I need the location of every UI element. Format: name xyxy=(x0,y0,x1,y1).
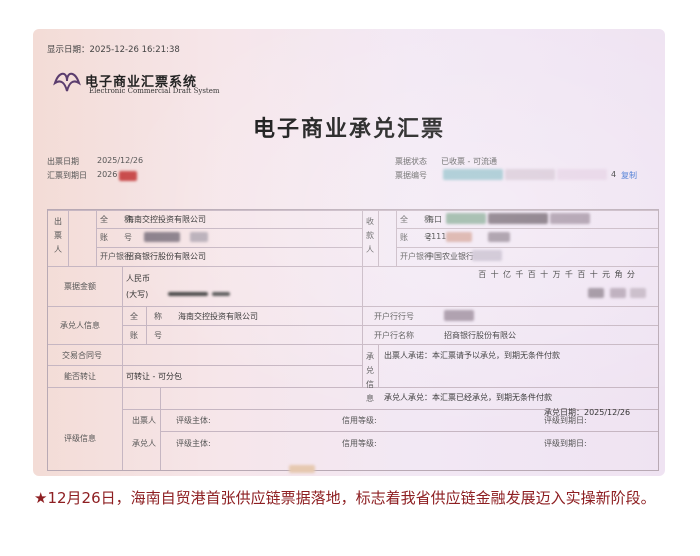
amount-digit-header: 亿 xyxy=(502,270,511,279)
payee-account: 2111 xyxy=(426,232,447,241)
rating-party-1: 出票人 xyxy=(132,416,156,425)
due-date-label: 汇票到期日 xyxy=(47,171,87,180)
amount-digit-header: 角 xyxy=(614,270,623,279)
bill-no: 4 xyxy=(611,170,617,179)
acceptor-account-label: 账 号 xyxy=(130,331,162,340)
bill-no-label: 票据编号 xyxy=(395,171,427,180)
amount-digit-header: 元 xyxy=(602,270,611,279)
issue-date-label: 出票日期 xyxy=(47,157,79,166)
amount-digit-header: 分 xyxy=(626,270,635,279)
ecds-logo-icon xyxy=(53,72,81,92)
bill-photo: 显示日期：2025-12-26 16:21:38 电子商业汇票系统 Electr… xyxy=(33,29,665,476)
rating-due-2: 评级到期日: xyxy=(544,439,587,448)
logo-en: Electronic Commercial Draft System xyxy=(89,87,220,95)
amount-digit-header: 万 xyxy=(552,270,561,279)
caption: ★12月26日，海南自贸港首张供应链票据落地，标志着我省供应链金融发展迈入实操新… xyxy=(34,489,656,507)
issue-date: 2025/12/26 xyxy=(97,156,144,165)
amount-digits: 百十亿千百十万千百十元角分 xyxy=(476,269,637,280)
amount-digit-header: 千 xyxy=(564,270,573,279)
amount-label: 票据金额 xyxy=(64,282,96,291)
payee-bank: 中国农业银行 xyxy=(426,252,474,261)
amount-digit-header: 十 xyxy=(490,270,499,279)
bill-table: 出票人 全 称 海南交控投资有限公司 账 号 开户银行 招商银行股份有限公司 收… xyxy=(47,209,659,471)
rating-grade-1: 信用等级: xyxy=(342,416,377,425)
acceptor-bank-name-label: 开户行名称 xyxy=(374,331,414,340)
drawer-account-label: 账 号 xyxy=(100,233,132,242)
drawer-promise: 出票人承诺：本汇票请予以承兑，到期无条件付款 xyxy=(384,351,560,360)
amount-digit-header: 千 xyxy=(515,270,524,279)
display-date: 显示日期：2025-12-26 16:21:38 xyxy=(47,45,180,55)
page-title: 电子商业承兑汇票 xyxy=(252,117,445,142)
drawer-name: 海南交控投资有限公司 xyxy=(126,215,206,224)
acceptor-label: 承兑人信息 xyxy=(60,321,100,330)
amount-digit-header: 十 xyxy=(589,270,598,279)
rating-due-1: 评级到期日: xyxy=(544,416,587,425)
contract-label: 交易合同号 xyxy=(62,351,102,360)
acceptor-bank-no-label: 开户行行号 xyxy=(374,312,414,321)
drawer-section: 出票人 xyxy=(54,217,62,254)
acceptor-name-label: 全 称 xyxy=(130,312,162,321)
rating-label: 评级信息 xyxy=(64,434,96,443)
copy-link[interactable]: 复制 xyxy=(621,170,637,181)
rating-subject-2: 评级主体: xyxy=(176,439,211,448)
acceptor-name: 海南交控投资有限公司 xyxy=(178,312,258,321)
amount-digit-header: 百 xyxy=(478,270,487,279)
rating-subject-1: 评级主体: xyxy=(176,416,211,425)
payee-section: 收款人 xyxy=(366,217,374,254)
amount-digit-header: 百 xyxy=(577,270,586,279)
status-badge: 已收票 - 可流通 xyxy=(441,157,497,166)
due-date: 2026 xyxy=(97,170,118,179)
amount-currency: 人民币 xyxy=(126,274,150,283)
status-label: 票据状态 xyxy=(395,157,427,166)
transfer-label: 能否转让 xyxy=(64,372,96,381)
amount-digit-header: 百 xyxy=(527,270,536,279)
rating-grade-2: 信用等级: xyxy=(342,439,377,448)
amount-uppercase: (大写) xyxy=(126,290,149,299)
drawer-bank: 招商银行股份有限公司 xyxy=(126,252,206,261)
transfer-value: 可转让 - 可分包 xyxy=(126,372,182,381)
acceptor-promise: 承兑人承兑：本汇票已经承兑，到期无条件付款 xyxy=(384,393,552,402)
rating-party-2: 承兑人 xyxy=(132,439,156,448)
guarantee-section: 承兑信息 xyxy=(366,352,374,403)
acceptor-bank-name: 招商银行股份有限公 xyxy=(444,331,516,340)
amount-digit-header: 十 xyxy=(540,270,549,279)
payee-name: 海口 xyxy=(426,215,442,224)
